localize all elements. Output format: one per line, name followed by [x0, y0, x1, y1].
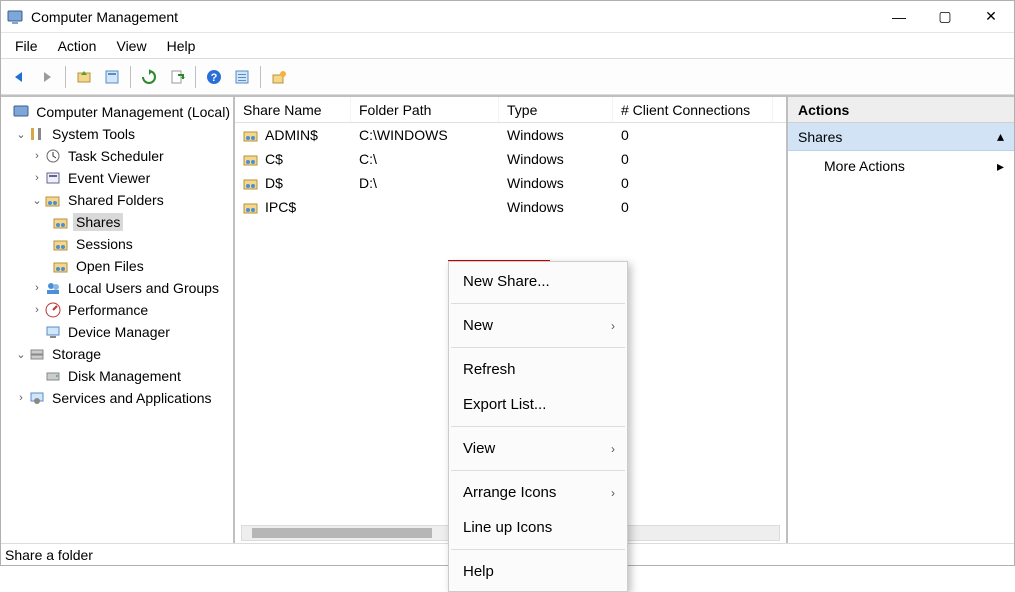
scrollbar-thumb[interactable] — [252, 528, 432, 538]
tree-performance[interactable]: › Performance — [1, 299, 233, 321]
chevron-down-icon[interactable]: ⌄ — [29, 192, 45, 208]
tree-disk-management[interactable]: Disk Management — [1, 365, 233, 387]
context-arrange-icons[interactable]: Arrange Icons› — [449, 475, 627, 510]
maximize-button[interactable]: ▢ — [922, 1, 968, 33]
open-files-icon — [53, 258, 69, 274]
menubar: File Action View Help — [1, 33, 1014, 59]
context-menu: New Share... New› Refresh Export List...… — [448, 261, 628, 592]
services-icon — [29, 390, 45, 406]
chevron-right-icon[interactable]: › — [29, 280, 45, 296]
share-icon — [243, 199, 259, 215]
actions-section-shares[interactable]: Shares ▴ — [788, 123, 1014, 151]
tree-shared-folders[interactable]: ⌄ Shared Folders — [1, 189, 233, 211]
toolbar-export[interactable] — [165, 65, 189, 89]
list-row[interactable]: ADMIN$ C:\WINDOWS Windows 0 — [235, 123, 786, 147]
col-client-connections[interactable]: # Client Connections — [613, 97, 773, 122]
chevron-up-icon: ▴ — [997, 128, 1004, 145]
chevron-right-icon[interactable]: › — [29, 148, 45, 164]
toolbar-up[interactable] — [72, 65, 96, 89]
share-icon — [243, 175, 259, 191]
event-icon — [45, 170, 61, 186]
toolbar-refresh[interactable] — [137, 65, 161, 89]
performance-icon — [45, 302, 61, 318]
menu-file[interactable]: File — [5, 35, 48, 57]
window-title: Computer Management — [31, 9, 876, 25]
list-header: Share Name Folder Path Type # Client Con… — [235, 97, 786, 123]
chevron-right-icon[interactable]: › — [13, 390, 29, 406]
storage-icon — [29, 346, 45, 362]
tree-services-apps[interactable]: › Services and Applications — [1, 387, 233, 409]
app-icon — [7, 9, 23, 25]
chevron-down-icon[interactable]: ⌄ — [13, 126, 29, 142]
chevron-right-icon[interactable]: › — [29, 302, 45, 318]
tree-shares[interactable]: Shares — [1, 211, 233, 233]
close-button[interactable]: ✕ — [968, 1, 1014, 33]
list-row[interactable]: C$ C:\ Windows 0 — [235, 147, 786, 171]
context-new-share[interactable]: New Share... — [449, 264, 627, 299]
menu-help[interactable]: Help — [157, 35, 206, 57]
actions-pane: Actions Shares ▴ More Actions ▸ — [788, 97, 1014, 543]
share-icon — [243, 151, 259, 167]
users-icon — [45, 280, 61, 296]
context-new[interactable]: New› — [449, 308, 627, 343]
chevron-right-icon[interactable]: › — [29, 170, 45, 186]
list-row[interactable]: D$ D:\ Windows 0 — [235, 171, 786, 195]
chevron-icon — [1, 104, 13, 120]
tree-local-users[interactable]: › Local Users and Groups — [1, 277, 233, 299]
context-help[interactable]: Help — [449, 554, 627, 589]
svg-text:?: ? — [211, 72, 218, 84]
context-line-up-icons[interactable]: Line up Icons — [449, 510, 627, 545]
toolbar-help[interactable]: ? — [202, 65, 226, 89]
chevron-right-icon: ▸ — [997, 158, 1004, 175]
col-type[interactable]: Type — [499, 97, 613, 122]
col-folder-path[interactable]: Folder Path — [351, 97, 499, 122]
tree-device-manager[interactable]: Device Manager — [1, 321, 233, 343]
titlebar: Computer Management — ▢ ✕ — [1, 1, 1014, 33]
shared-folder-icon — [45, 192, 61, 208]
minimize-button[interactable]: — — [876, 1, 922, 33]
actions-more-actions[interactable]: More Actions ▸ — [788, 151, 1014, 181]
tree-event-viewer[interactable]: › Event Viewer — [1, 167, 233, 189]
col-share-name[interactable]: Share Name — [235, 97, 351, 122]
context-separator — [451, 426, 625, 427]
tree-system-tools[interactable]: ⌄ System Tools — [1, 123, 233, 145]
menu-action[interactable]: Action — [48, 35, 107, 57]
window-root: Computer Management — ▢ ✕ File Action Vi… — [0, 0, 1015, 566]
disk-icon — [45, 368, 61, 384]
context-separator — [451, 470, 625, 471]
clock-icon — [45, 148, 61, 164]
toolbar-new-share[interactable] — [267, 65, 291, 89]
share-icon — [243, 127, 259, 143]
tools-icon — [29, 126, 45, 142]
tree-root[interactable]: Computer Management (Local) — [1, 101, 233, 123]
toolbar-properties[interactable] — [100, 65, 124, 89]
chevron-right-icon: › — [611, 486, 615, 500]
tree-sessions[interactable]: Sessions — [1, 233, 233, 255]
status-text: Share a folder — [5, 547, 93, 563]
context-separator — [451, 549, 625, 550]
actions-header: Actions — [788, 97, 1014, 123]
shares-icon — [53, 214, 69, 230]
toolbar-details[interactable] — [230, 65, 254, 89]
tree-task-scheduler[interactable]: › Task Scheduler — [1, 145, 233, 167]
sessions-icon — [53, 236, 69, 252]
tree-pane[interactable]: Computer Management (Local) ⌄ System Too… — [1, 97, 235, 543]
context-refresh[interactable]: Refresh — [449, 352, 627, 387]
list-row[interactable]: IPC$ Windows 0 — [235, 195, 786, 219]
device-icon — [45, 324, 61, 340]
context-separator — [451, 347, 625, 348]
toolbar: ? — [1, 59, 1014, 95]
chevron-right-icon: › — [611, 442, 615, 456]
context-export-list[interactable]: Export List... — [449, 387, 627, 422]
tree-open-files[interactable]: Open Files — [1, 255, 233, 277]
chevron-right-icon: › — [611, 319, 615, 333]
context-separator — [451, 303, 625, 304]
tree-storage[interactable]: ⌄ Storage — [1, 343, 233, 365]
toolbar-forward[interactable] — [35, 65, 59, 89]
computer-icon — [13, 104, 29, 120]
menu-view[interactable]: View — [106, 35, 156, 57]
chevron-down-icon[interactable]: ⌄ — [13, 346, 29, 362]
toolbar-back[interactable] — [7, 65, 31, 89]
context-view[interactable]: View› — [449, 431, 627, 466]
